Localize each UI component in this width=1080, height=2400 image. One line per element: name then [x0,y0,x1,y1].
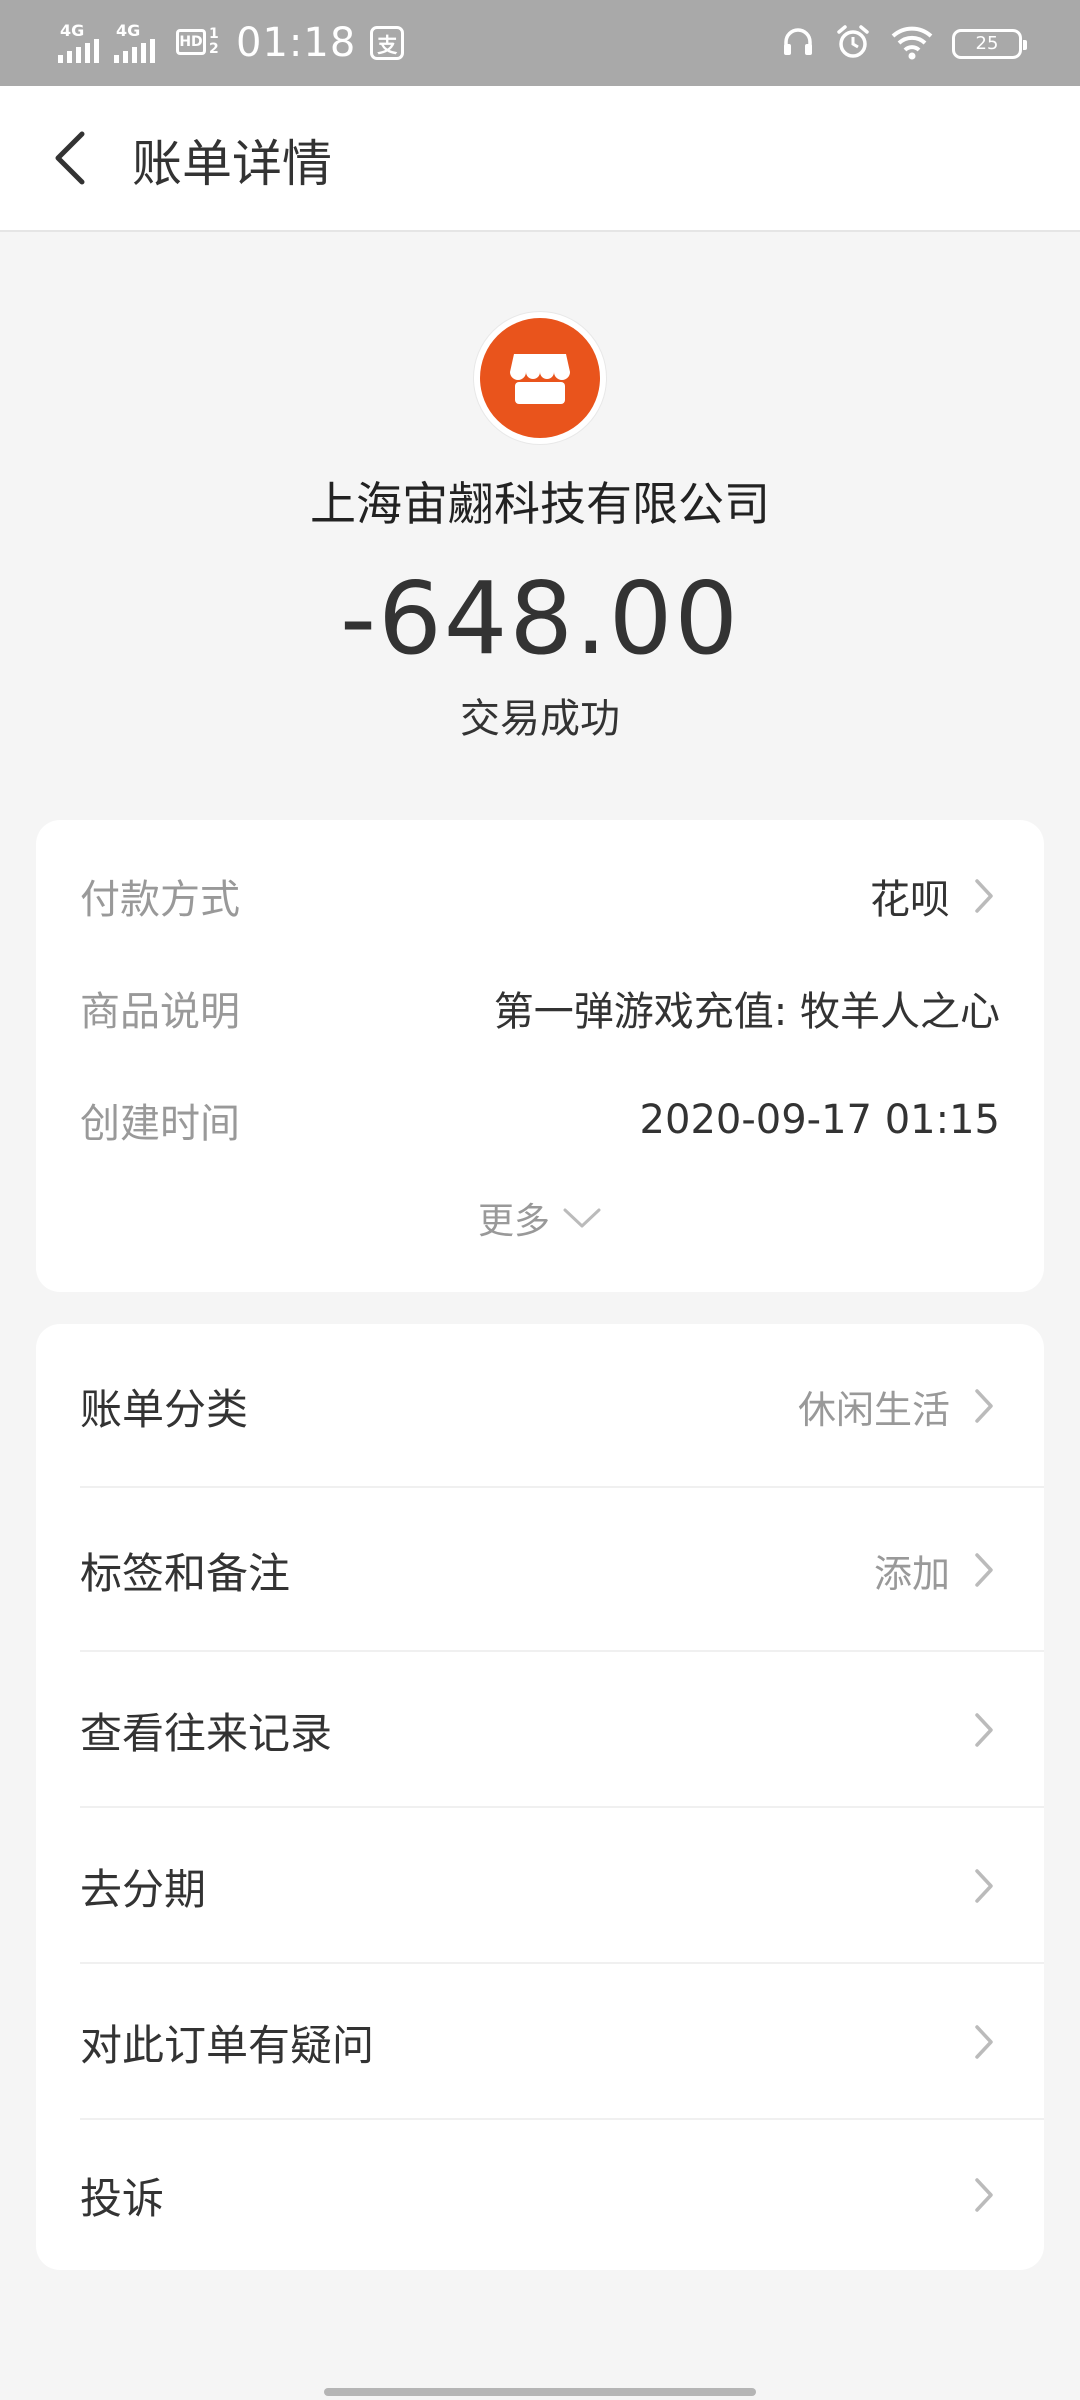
alipay-notification-icon: 支 [370,26,405,60]
created-time-row: 创建时间 2020-09-17 01:15 [80,1090,1000,1150]
store-icon [480,318,600,438]
created-time-label: 创建时间 [80,1101,240,1147]
hd-sub-bottom: 2 [209,41,219,57]
chevron-right-icon [968,876,1000,916]
chevron-right-icon [968,1386,1000,1426]
back-arrow-icon [55,131,85,185]
home-indicator[interactable] [324,2388,756,2396]
installment-row[interactable]: 去分期 [36,1808,1044,1964]
more-label: 更多 [477,1201,550,1242]
headset-icon [780,24,816,64]
transaction-history-label: 查看往来记录 [80,1708,333,1758]
network-type-label: 4G [60,21,85,40]
status-bar-right: 25 [780,20,1027,68]
transaction-status: 交易成功 [460,696,620,742]
created-time-value: 2020-09-17 01:15 [639,1097,1000,1143]
bill-category-value: 休闲生活 [797,1387,950,1432]
hd-voice-icon: HD 12 [176,23,222,63]
bill-category-row[interactable]: 账单分类 休闲生活 [36,1324,1044,1488]
bill-actions-card: 账单分类 休闲生活 标签和备注 添加 查看往来记录 去分期 对此订单有疑问 投诉 [36,1324,1044,2270]
tags-notes-label: 标签和备注 [80,1548,291,1598]
complaint-row[interactable]: 投诉 [36,2120,1044,2270]
cellular-signal-icon: 4G [58,21,108,63]
chevron-right-icon [968,1710,1000,1750]
network-type-label: 4G [116,21,141,40]
transaction-amount: -648.00 [340,560,740,677]
chevron-right-icon [968,2175,1000,2215]
product-description-value: 第一弹游戏充值: 牧羊人之心 [493,989,1000,1035]
order-question-row[interactable]: 对此订单有疑问 [36,1964,1044,2120]
more-toggle[interactable]: 更多 [36,1192,1044,1244]
chevron-right-icon [968,1550,1000,1590]
app-header: 账单详情 [0,86,1080,232]
status-bar-left: 4G 4G HD 12 01:18 支 [58,14,405,72]
tags-notes-row[interactable]: 标签和备注 添加 [36,1488,1044,1652]
bill-category-label: 账单分类 [80,1384,249,1434]
page-title: 账单详情 [132,135,332,193]
transaction-history-row[interactable]: 查看往来记录 [36,1652,1044,1808]
battery-icon: 25 [952,29,1027,59]
product-description-label: 商品说明 [80,989,240,1035]
product-description-row: 商品说明 第一弹游戏充值: 牧羊人之心 [80,978,1000,1038]
installment-label: 去分期 [80,1864,207,1914]
hd-sub-top: 1 [209,26,219,42]
status-time: 01:18 [236,20,357,66]
chevron-down-icon [563,1208,601,1228]
alarm-icon [834,23,872,65]
transaction-details-card: 付款方式 花呗 商品说明 第一弹游戏充值: 牧羊人之心 创建时间 2020-09… [36,820,1044,1292]
order-question-label: 对此订单有疑问 [80,2020,375,2070]
payment-method-row[interactable]: 付款方式 花呗 [80,866,1000,926]
status-bar: 4G 4G HD 12 01:18 支 25 [0,0,1080,86]
wifi-icon [890,24,934,64]
cellular-signal-icon: 4G [114,21,164,63]
back-button[interactable] [40,122,100,194]
payment-method-label: 付款方式 [80,877,240,923]
payment-method-value: 花呗 [870,877,950,923]
complaint-label: 投诉 [80,2173,165,2223]
merchant-name: 上海宙翽科技有限公司 [310,477,770,531]
hd-label: HD [176,29,206,55]
merchant-avatar [474,312,606,444]
tags-notes-value: 添加 [873,1551,950,1596]
chevron-right-icon [968,1866,1000,1906]
chevron-right-icon [968,2022,1000,2062]
